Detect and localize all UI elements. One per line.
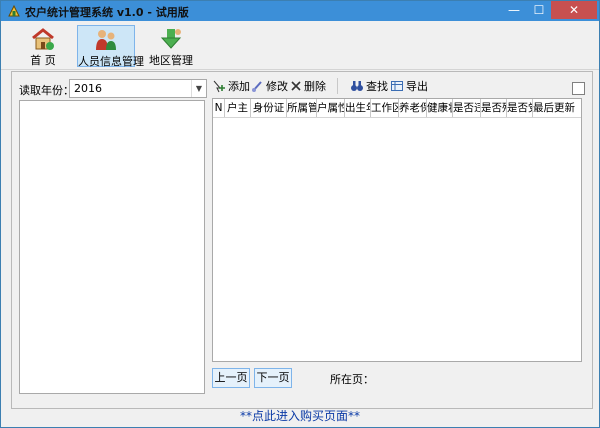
column-header[interactable]: 所属管辖	[287, 99, 317, 117]
close-button[interactable]: ✕	[551, 1, 597, 19]
window-title: 农户统计管理系统 v1.0 - 试用版	[25, 6, 189, 19]
app-window: 农户统计管理系统 v1.0 - 试用版 — ☐ ✕ 首 页 人员信息管理 地区管…	[0, 0, 600, 428]
toolbar-separator	[337, 78, 338, 94]
current-page-label: 所在页：	[330, 373, 374, 386]
data-grid[interactable]: N 户主 身份证 所属管辖 户属性 出生年月 工作区域 养老保险 健康状况 是否…	[212, 98, 582, 362]
export-icon	[391, 81, 403, 91]
column-header[interactable]: 健康状况	[427, 99, 453, 117]
people-icon	[96, 30, 116, 50]
column-header[interactable]: 是否残疾	[481, 99, 507, 117]
tool-home[interactable]: 首 页	[15, 25, 71, 67]
column-header[interactable]: 养老保险	[399, 99, 427, 117]
year-label: 读取年份：	[19, 84, 74, 97]
maximize-button[interactable]: ☐	[527, 1, 551, 19]
select-all-checkbox[interactable]	[572, 82, 585, 95]
grid-header-row: N 户主 身份证 所属管辖 户属性 出生年月 工作区域 养老保险 健康状况 是否…	[213, 99, 581, 118]
tool-region-label: 地区管理	[149, 54, 193, 67]
column-header[interactable]: 最后更新时间	[533, 99, 575, 117]
column-header[interactable]: 工作区域	[371, 99, 399, 117]
tool-people-management[interactable]: 人员信息管理	[77, 25, 144, 68]
find-button[interactable]: 查找	[350, 78, 388, 94]
pager: 上一页 下一页 所在页：	[212, 368, 584, 388]
add-button[interactable]: 添加	[212, 78, 250, 94]
column-header[interactable]: 是否党员	[507, 99, 533, 117]
tool-people-label: 人员信息管理	[78, 55, 144, 68]
year-value: 2016	[74, 82, 102, 95]
year-select[interactable]: 2016 ▼	[69, 79, 207, 98]
binoculars-icon	[351, 81, 363, 91]
edit-icon	[252, 81, 262, 92]
delete-label: 删除	[304, 80, 326, 93]
column-header[interactable]: 户属性	[317, 99, 345, 117]
region-tree[interactable]	[19, 100, 205, 394]
find-label: 查找	[366, 80, 388, 93]
house-icon	[32, 28, 54, 50]
left-panel: 读取年份： 2016 ▼	[19, 76, 207, 394]
prev-page-button[interactable]: 上一页	[212, 368, 250, 388]
column-header[interactable]: 身份证	[251, 99, 287, 117]
add-icon	[213, 80, 225, 93]
column-header[interactable]: 户主	[225, 99, 251, 117]
export-button[interactable]: 导出	[390, 78, 428, 94]
buy-link[interactable]: **点此进入购买页面**	[1, 407, 599, 425]
tool-region-management[interactable]: 地区管理	[143, 25, 199, 67]
delete-icon	[291, 81, 301, 91]
right-panel: 添加 修改 删除 查找 导出 N 户主 身份证 所属 户属 出生 工作 养老 健…	[212, 76, 585, 396]
title-bar[interactable]: 农户统计管理系统 v1.0 - 试用版 — ☐ ✕	[1, 1, 599, 21]
column-header[interactable]: 出生年月	[345, 99, 371, 117]
export-label: 导出	[406, 80, 428, 93]
edit-label: 修改	[266, 80, 288, 93]
region-download-icon	[160, 29, 182, 49]
next-page-button[interactable]: 下一页	[254, 368, 292, 388]
edit-button[interactable]: 修改	[250, 78, 288, 94]
chevron-down-icon[interactable]: ▼	[191, 80, 206, 97]
minimize-button[interactable]: —	[501, 1, 527, 19]
main-toolbar: 首 页 人员信息管理 地区管理	[1, 21, 599, 70]
column-header[interactable]: N	[213, 99, 225, 117]
app-icon	[8, 4, 20, 17]
content-panel: 读取年份： 2016 ▼ 添加 修改 删除 查找 导出 N 户主 身份证 所属 …	[11, 71, 593, 409]
delete-button[interactable]: 删除	[290, 78, 326, 94]
tool-home-label: 首 页	[30, 54, 56, 67]
add-label: 添加	[228, 80, 250, 93]
column-header[interactable]: 是否违法	[453, 99, 481, 117]
